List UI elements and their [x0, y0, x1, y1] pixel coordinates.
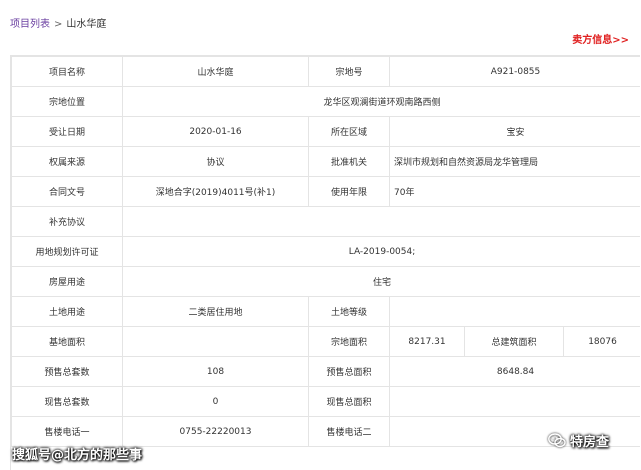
project-info-table: 项目名称 山水华庭 宗地号 A921-0855 宗地位置 龙华区观澜街道环观南路…: [11, 56, 640, 447]
seller-info-link[interactable]: 卖方信息>>: [572, 31, 629, 46]
table-row: 合同文号 深地合字(2019)4011号(补1) 使用年限 70年: [11, 176, 640, 207]
project-name-value: 山水华庭: [122, 56, 309, 87]
sales-phone2-label: 售楼电话二: [308, 416, 390, 447]
land-use-label: 土地用途: [11, 296, 123, 327]
current-units-value: 0: [122, 386, 309, 417]
table-row: 售楼电话一 0755-22220013 售楼电话二: [11, 416, 640, 447]
approval-org-value: 深圳市规划和自然资源局龙华管理局: [388, 146, 640, 177]
location-value: 龙华区观澜街道环观南路西侧: [121, 86, 640, 117]
project-name-label: 项目名称: [11, 56, 123, 87]
presale-area-value: 8648.84: [388, 356, 640, 387]
table-row: 用地规划许可证 LA-2019-0054;: [11, 236, 640, 267]
current-area-label: 现售总面积: [308, 386, 390, 417]
ownership-source-label: 权属来源: [11, 146, 123, 177]
wechat-watermark: 特房查: [548, 431, 609, 450]
parcel-no-value: A921-0855: [388, 56, 640, 87]
project-info-table-wrapper: 项目名称 山水华庭 宗地号 A921-0855 宗地位置 龙华区观澜街道环观南路…: [10, 55, 640, 470]
supplement-value: [121, 206, 640, 237]
district-value: 宝安: [388, 116, 640, 147]
base-area-value: [122, 326, 309, 357]
parcel-area-value: 8217.31: [389, 326, 465, 357]
table-row: 项目名称 山水华庭 宗地号 A921-0855: [11, 56, 640, 87]
land-use-value: 二类居住用地: [122, 296, 309, 327]
parcel-no-label: 宗地号: [308, 56, 390, 87]
table-row: 宗地位置 龙华区观澜街道环观南路西侧: [11, 86, 640, 117]
table-row: 土地用途 二类居住用地 土地等级: [11, 296, 640, 327]
presale-area-label: 预售总面积: [308, 356, 390, 387]
wechat-watermark-text: 特房查: [570, 435, 610, 450]
contract-no-value: 深地合字(2019)4011号(补1): [122, 176, 309, 207]
breadcrumb-separator: >: [54, 19, 63, 30]
planning-permit-label: 用地规划许可证: [11, 236, 123, 267]
wechat-icon: [548, 433, 566, 448]
current-area-value: [388, 386, 640, 417]
sales-phone1-label: 售楼电话一: [11, 416, 123, 447]
breadcrumb-current: 山水华庭: [66, 19, 107, 30]
presale-units-value: 108: [122, 356, 309, 387]
table-row: 基地面积 宗地面积 8217.31 总建筑面积 18076: [11, 326, 640, 357]
total-building-area-value: 18076: [562, 326, 640, 357]
current-units-label: 现售总套数: [11, 386, 123, 417]
transfer-date-label: 受让日期: [11, 116, 123, 147]
sales-phone1-value: 0755-22220013: [122, 416, 309, 447]
location-label: 宗地位置: [11, 86, 123, 117]
housing-use-label: 房屋用途: [11, 266, 123, 297]
approval-org-label: 批准机关: [308, 146, 390, 177]
breadcrumb: 项目列表 > 山水华庭: [10, 15, 106, 30]
base-area-label: 基地面积: [11, 326, 123, 357]
total-building-area-label: 总建筑面积: [464, 326, 564, 357]
usage-years-value: 70年: [388, 176, 640, 207]
land-grade-label: 土地等级: [308, 296, 390, 327]
contract-no-label: 合同文号: [11, 176, 123, 207]
table-row: 补充协议: [11, 206, 640, 237]
supplement-label: 补充协议: [11, 206, 123, 237]
parcel-area-label: 宗地面积: [308, 326, 390, 357]
transfer-date-value: 2020-01-16: [122, 116, 309, 147]
sohu-watermark: 搜狐号@北方的那些事: [12, 448, 143, 463]
table-row: 受让日期 2020-01-16 所在区域 宝安: [11, 116, 640, 147]
table-row: 房屋用途 住宅: [11, 266, 640, 297]
breadcrumb-project-list-link[interactable]: 项目列表: [10, 19, 50, 30]
district-label: 所在区域: [308, 116, 390, 147]
table-row: 权属来源 协议 批准机关 深圳市规划和自然资源局龙华管理局: [11, 146, 640, 177]
ownership-source-value: 协议: [122, 146, 309, 177]
housing-use-value: 住宅: [121, 266, 640, 297]
table-row: 现售总套数 0 现售总面积: [11, 386, 640, 417]
usage-years-label: 使用年限: [308, 176, 390, 207]
land-grade-value: [388, 296, 640, 327]
planning-permit-value: LA-2019-0054;: [121, 236, 640, 267]
table-row: 预售总套数 108 预售总面积 8648.84: [11, 356, 640, 387]
presale-units-label: 预售总套数: [11, 356, 123, 387]
